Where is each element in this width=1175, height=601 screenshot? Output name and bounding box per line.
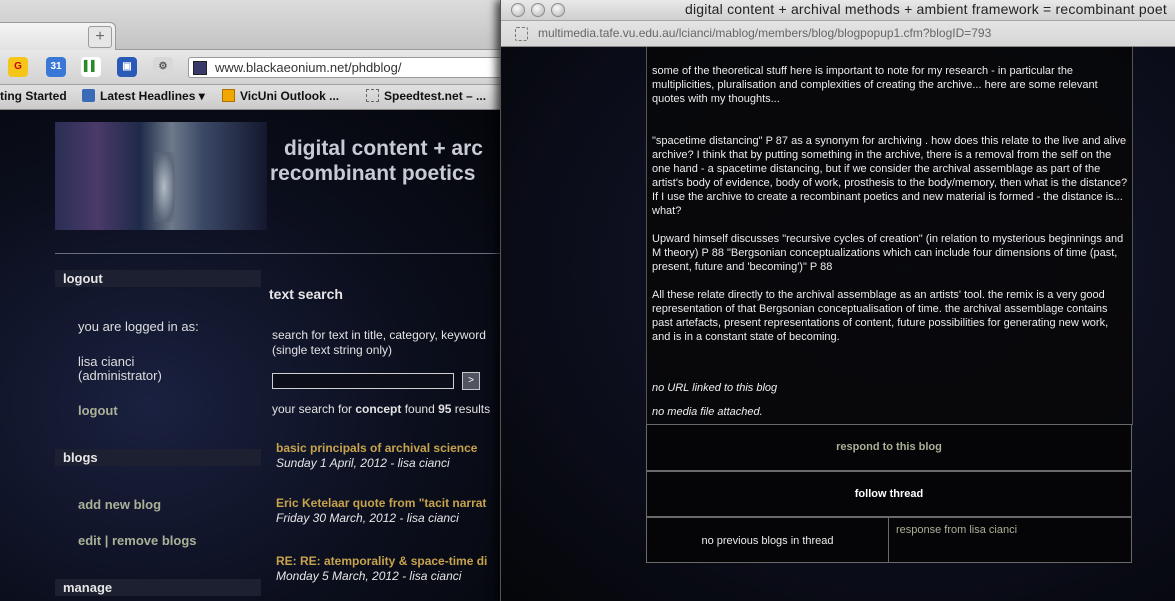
search-go-button[interactable]: > bbox=[462, 372, 480, 390]
close-window-button[interactable] bbox=[511, 3, 525, 17]
search-term: concept bbox=[355, 402, 402, 416]
blog-paragraph-3: Upward himself discusses "recursive cycl… bbox=[652, 233, 1124, 273]
search-description-note: (single text string only) bbox=[272, 343, 393, 357]
page-icon bbox=[515, 27, 528, 41]
add-new-blog-link[interactable]: add new blog bbox=[78, 497, 161, 512]
bookmarks-bar: ting Started Latest Headlines ▾ VicUni O… bbox=[0, 85, 502, 110]
result-date-3: Monday 5 March, 2012 - lisa cianci bbox=[276, 569, 462, 583]
bookmark-speedtest[interactable]: Speedtest.net – ... bbox=[366, 89, 486, 103]
bookmark-getting-started[interactable]: ting Started bbox=[0, 89, 67, 103]
header-banner-image bbox=[55, 122, 267, 230]
logged-in-label: you are logged in as: bbox=[78, 319, 199, 334]
address-bar[interactable]: www.blackaeonium.net/phdblog/ bbox=[188, 57, 502, 78]
logout-section-header: logout bbox=[55, 270, 261, 287]
popup-content: some of the theoretical stuff here is im… bbox=[501, 47, 1175, 601]
minimize-window-button[interactable] bbox=[531, 3, 545, 17]
site-favicon-icon bbox=[193, 61, 207, 75]
user-role: (administrator) bbox=[78, 368, 162, 383]
search-description: search for text in title, category, keyw… bbox=[272, 328, 486, 342]
page-icon bbox=[366, 89, 379, 102]
result-date-2: Friday 30 March, 2012 - lisa cianci bbox=[276, 511, 459, 525]
bookmark-label: Latest Headlines ▾ bbox=[100, 89, 205, 103]
blogs-section-header: blogs bbox=[55, 449, 261, 466]
blog-paragraph-2: "spacetime distancing" P 87 as a synonym… bbox=[652, 135, 1128, 217]
address-bar-url: www.blackaeonium.net/phdblog/ bbox=[215, 60, 402, 75]
header-divider bbox=[55, 253, 500, 254]
site-title-line-1: digital content + arc bbox=[284, 137, 483, 160]
no-url-note: no URL linked to this blog bbox=[652, 382, 778, 394]
site-title-line-2: recombinant poetics bbox=[270, 162, 476, 185]
blog-popup-window: digital content + archival methods + amb… bbox=[500, 0, 1175, 601]
new-tab-button[interactable]: + bbox=[88, 26, 112, 48]
bookmark-latest-headlines[interactable]: Latest Headlines ▾ bbox=[82, 89, 205, 103]
result-title-3[interactable]: RE: RE: atemporality & space-time di bbox=[276, 554, 487, 568]
blog-page: digital content + arc recombinant poetic… bbox=[0, 110, 502, 601]
zoom-window-button[interactable] bbox=[551, 3, 565, 17]
popup-address-bar[interactable]: multimedia.tafe.vu.edu.au/lcianci/mablog… bbox=[501, 21, 1175, 47]
gear-icon[interactable]: ⚙ bbox=[153, 57, 173, 77]
background-browser-window: + G 31 ▌▌ ▣ ⚙ www.blackaeonium.net/phdbl… bbox=[0, 0, 502, 601]
search-summary: your search for concept found 95 results bbox=[272, 402, 502, 417]
site-title: digital content + arc recombinant poetic… bbox=[270, 136, 502, 186]
tab-bar: + bbox=[0, 0, 502, 50]
bookmark-label: ting Started bbox=[0, 89, 67, 103]
docs-icon[interactable]: ▌▌ bbox=[81, 57, 101, 77]
search-input[interactable] bbox=[272, 373, 454, 389]
logout-link[interactable]: logout bbox=[78, 403, 118, 418]
response-from-link[interactable]: response from lisa cianci bbox=[888, 517, 1132, 563]
rss-icon bbox=[82, 89, 95, 102]
banner-figure bbox=[153, 152, 175, 222]
summary-found: found bbox=[401, 402, 439, 416]
browser-toolbar: G 31 ▌▌ ▣ ⚙ www.blackaeonium.net/phdblog… bbox=[0, 50, 502, 85]
blog-paragraph-4: All these relate directly to the archiva… bbox=[652, 289, 1109, 343]
result-count: 95 bbox=[438, 402, 452, 416]
summary-suffix: results bbox=[451, 402, 491, 416]
window-titlebar: digital content + archival methods + amb… bbox=[501, 0, 1175, 21]
no-previous-blogs-cell: no previous blogs in thread bbox=[646, 517, 889, 563]
bookmark-vicuni-outlook[interactable]: VicUni Outlook ... bbox=[222, 89, 339, 103]
share-icon[interactable]: ▣ bbox=[117, 57, 137, 77]
popup-url: multimedia.tafe.vu.edu.au/lcianci/mablog… bbox=[538, 26, 992, 40]
result-title-2[interactable]: Eric Ketelaar quote from "tacit narrat bbox=[276, 496, 486, 510]
bookmark-label: Speedtest.net – ... bbox=[384, 89, 487, 103]
no-media-note: no media file attached. bbox=[652, 406, 763, 418]
summary-prefix: your search for bbox=[272, 402, 356, 416]
respond-to-blog-button[interactable]: respond to this blog bbox=[646, 424, 1132, 471]
follow-thread-header: follow thread bbox=[646, 471, 1132, 517]
outlook-icon bbox=[222, 89, 235, 102]
search-heading: text search bbox=[269, 286, 343, 302]
edit-remove-blogs-link[interactable]: edit | remove blogs bbox=[78, 533, 197, 548]
result-date-1: Sunday 1 April, 2012 - lisa cianci bbox=[276, 456, 450, 470]
blog-paragraph-1: some of the theoretical stuff here is im… bbox=[652, 65, 1098, 105]
result-title-1[interactable]: basic principals of archival science bbox=[276, 441, 477, 455]
calendar-icon[interactable]: 31 bbox=[46, 57, 66, 77]
manage-section-header: manage bbox=[55, 579, 261, 596]
bookmark-label: VicUni Outlook ... bbox=[240, 89, 340, 103]
window-title: digital content + archival methods + amb… bbox=[685, 1, 1167, 17]
google-icon[interactable]: G bbox=[8, 57, 28, 77]
